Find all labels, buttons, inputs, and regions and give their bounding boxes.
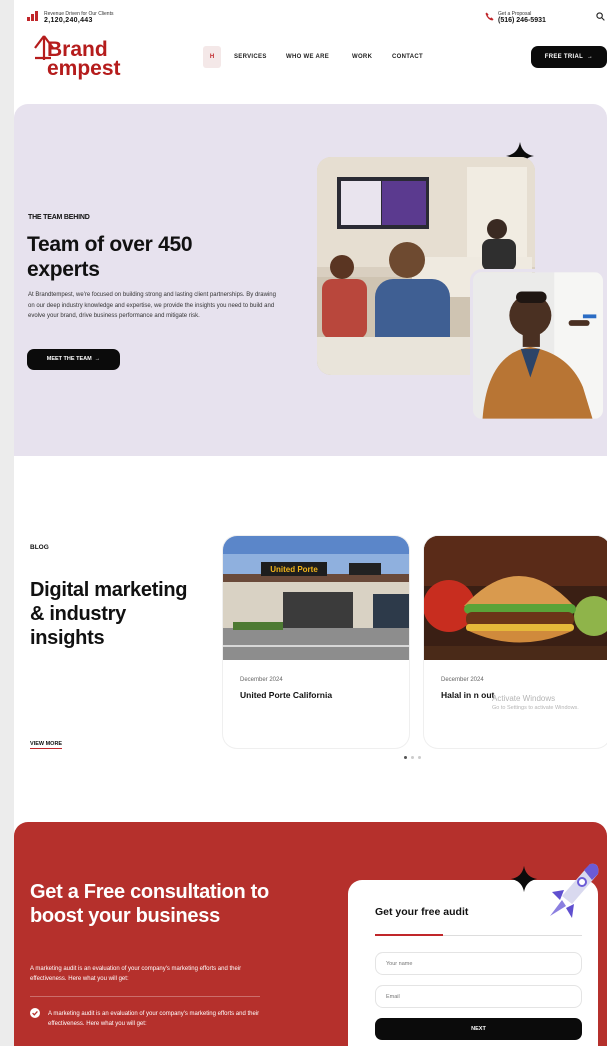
team-kicker: THE TEAM BEHIND: [28, 214, 90, 221]
consultation-section: Get a Free consultation to boost your bu…: [14, 822, 607, 1046]
nav-home[interactable]: H: [203, 46, 221, 68]
blog-card-date: December 2024: [240, 677, 283, 683]
team-member-photo: [470, 269, 606, 422]
divider: [30, 996, 260, 997]
view-more-link[interactable]: VIEW MORE: [30, 741, 63, 749]
blog-section: BLOG Digital marketing & industry insigh…: [14, 456, 607, 822]
blog-card-title[interactable]: United Porte California: [240, 690, 332, 700]
store-sign: United Porte: [270, 565, 318, 574]
main-nav: Brand empest H SERVICES WHO WE ARE WORK …: [14, 30, 607, 90]
bar-chart-icon: [27, 11, 38, 21]
next-button[interactable]: NEXT: [375, 1018, 582, 1040]
audit-form-title: Get your free audit: [375, 906, 469, 918]
arrow-right-icon: →: [93, 356, 101, 362]
team-title: Team of over 450 experts: [27, 233, 193, 281]
proposal-phone[interactable]: (516) 246-5931: [498, 17, 546, 24]
title-accent-underline: [375, 934, 443, 936]
logo-line-2: empest: [47, 57, 121, 80]
team-description: At Brandtempest, we're focused on buildi…: [28, 292, 276, 319]
consultation-title: Get a Free consultation to boost your bu…: [30, 881, 269, 927]
check-circle-icon: [30, 1008, 40, 1018]
search-icon[interactable]: [596, 12, 605, 21]
carousel-dots[interactable]: [404, 756, 434, 760]
nav-item-who-we-are[interactable]: WHO WE ARE: [286, 54, 329, 60]
page: Revenue Driven for Our Clients 2,120,240…: [14, 0, 607, 1046]
brand-logo[interactable]: Brand empest: [29, 34, 139, 82]
nav-item-contact[interactable]: CONTACT: [392, 54, 423, 60]
carousel-dot[interactable]: [411, 756, 414, 759]
blog-title: Digital marketing & industry insights: [30, 579, 188, 649]
blog-kicker: BLOG: [30, 544, 49, 551]
blog-card-date: December 2024: [441, 677, 484, 683]
sparkle-icon: [510, 865, 538, 893]
email-field[interactable]: [375, 985, 582, 1008]
blog-card-image: [424, 536, 607, 660]
os-activation-watermark-title: Activate Windows: [492, 694, 556, 703]
meet-the-team-button[interactable]: MEET THE TEAM →: [27, 349, 120, 370]
blog-card-image: United Porte: [223, 536, 409, 660]
arrow-right-icon: →: [584, 54, 594, 60]
free-trial-label: FREE TRIAL: [544, 54, 583, 60]
nav-item-work[interactable]: WORK: [352, 54, 372, 60]
blog-card[interactable]: December 2024 Halal in n out: [424, 536, 607, 748]
consultation-check-item: A marketing audit is an evaluation of yo…: [48, 1011, 260, 1027]
blog-card[interactable]: United Porte December 2024 United Porte …: [223, 536, 409, 748]
consultation-description: A marketing audit is an evaluation of yo…: [30, 966, 242, 982]
team-section: THE TEAM BEHIND Team of over 450 experts…: [14, 104, 607, 456]
carousel-dot-active[interactable]: [404, 756, 407, 759]
top-bar: Revenue Driven for Our Clients 2,120,240…: [14, 0, 607, 30]
rocket-icon: [550, 863, 599, 918]
meet-the-team-label: MEET THE TEAM: [46, 356, 92, 362]
phone-icon: [485, 12, 494, 21]
free-trial-button[interactable]: FREE TRIAL →: [531, 46, 607, 68]
revenue-value: 2,120,240,443: [44, 17, 93, 24]
blog-card-title[interactable]: Halal in n out: [441, 690, 494, 700]
name-field[interactable]: [375, 952, 582, 975]
nav-item-services[interactable]: SERVICES: [234, 54, 267, 60]
os-activation-watermark-subtitle: Go to Settings to activate Windows.: [492, 705, 579, 711]
carousel-dot[interactable]: [418, 756, 421, 759]
